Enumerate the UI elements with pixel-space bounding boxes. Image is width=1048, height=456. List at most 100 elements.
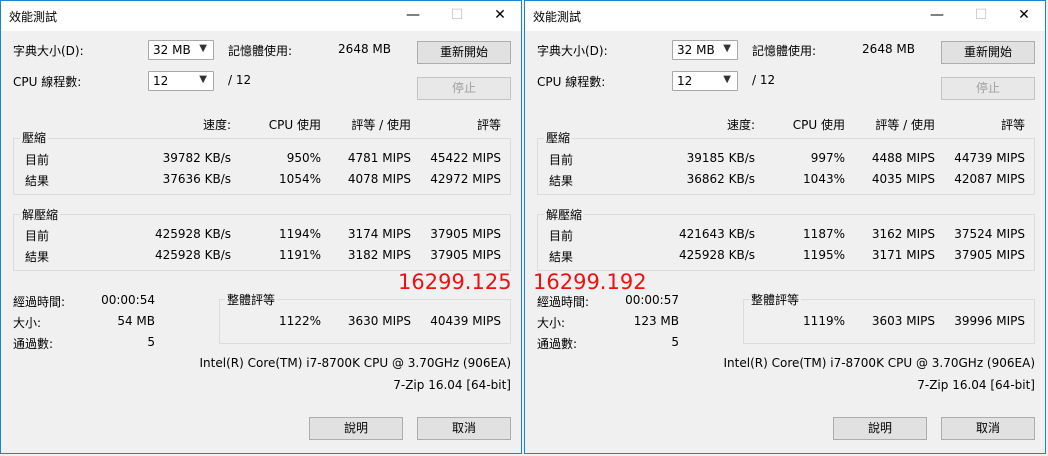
passes-label: 通過數:	[13, 337, 54, 351]
restart-button[interactable]: 重新開始	[941, 41, 1035, 64]
maximize-icon: ☐	[974, 7, 988, 23]
memory-usage-label: 記憶體使用:	[228, 44, 293, 58]
minimize-icon[interactable]: —	[391, 1, 435, 31]
rating-usage-value: 3182 MIPS	[347, 248, 411, 262]
elapsed-time-label: 經過時間:	[537, 295, 590, 309]
chevron-down-icon: ▼	[199, 43, 207, 54]
row-label: 結果	[549, 250, 574, 264]
row-label: 目前	[25, 229, 50, 243]
total-rating-label: 整體評等	[749, 291, 802, 308]
close-icon[interactable]: ✕	[1002, 1, 1045, 31]
header-rating-usage: 評等 / 使用	[875, 118, 935, 132]
row-label: 結果	[25, 250, 50, 264]
cpu-usage-value: 1195%	[803, 248, 845, 262]
speed-value: 39185 KB/s	[686, 151, 755, 165]
cpu-usage-value: 1191%	[279, 248, 321, 262]
window-title: 效能測試	[533, 10, 582, 24]
rating-value: 37905 MIPS	[430, 248, 501, 262]
close-icon[interactable]: ✕	[478, 1, 521, 31]
version-text: 7-Zip 16.04 [64-bit]	[917, 378, 1035, 392]
cpu-threads-select[interactable]: 12 ▼	[148, 71, 214, 91]
dictionary-size-select[interactable]: 32 MB ▼	[148, 40, 214, 60]
cpu-threads-select[interactable]: 12 ▼	[672, 71, 738, 91]
elapsed-time-value: 00:00:54	[101, 293, 155, 307]
decompress-label: 解壓縮	[544, 206, 585, 223]
chevron-down-icon: ▼	[199, 74, 207, 85]
header-cpu-usage: CPU 使用	[268, 118, 321, 132]
cancel-button[interactable]: 取消	[941, 417, 1035, 440]
stop-button: 停止	[941, 77, 1035, 100]
rating-usage-value: 3162 MIPS	[871, 227, 935, 241]
chevron-down-icon: ▼	[723, 43, 731, 54]
dictionary-size-select[interactable]: 32 MB ▼	[672, 40, 738, 60]
decompress-group	[537, 214, 1035, 271]
total-rating-label: 整體評等	[225, 291, 278, 308]
title-bar: 效能測試 — ☐ ✕	[525, 1, 1045, 31]
row-label: 目前	[549, 229, 574, 243]
size-value: 54 MB	[117, 314, 155, 328]
header-rating: 評等	[1000, 118, 1025, 132]
cpu-usage-value: 1194%	[279, 227, 321, 241]
dictionary-size-value: 32 MB	[153, 43, 191, 57]
compress-label: 壓縮	[20, 129, 49, 146]
cpu-threads-label: CPU 線程數:	[13, 75, 82, 89]
cancel-button[interactable]: 取消	[417, 417, 511, 440]
decompress-group	[13, 214, 511, 271]
minimize-icon[interactable]: —	[915, 1, 959, 31]
cpu-usage-value: 1187%	[803, 227, 845, 241]
total-cpu-usage-value: 1122%	[279, 314, 321, 328]
speed-value: 425928 KB/s	[154, 227, 231, 241]
total-rating-usage-value: 3630 MIPS	[347, 314, 411, 328]
cpu-usage-value: 1043%	[803, 172, 845, 186]
cpu-usage-value: 950%	[286, 151, 321, 165]
speed-value: 36862 KB/s	[686, 172, 755, 186]
speed-value: 39782 KB/s	[162, 151, 231, 165]
rating-value: 45422 MIPS	[430, 151, 501, 165]
decompress-label: 解壓縮	[20, 206, 61, 223]
speed-value: 425928 KB/s	[154, 248, 231, 262]
stop-button: 停止	[417, 77, 511, 100]
total-rating-value: 40439 MIPS	[430, 314, 501, 328]
version-text: 7-Zip 16.04 [64-bit]	[393, 378, 511, 392]
rating-value: 37524 MIPS	[954, 227, 1025, 241]
row-label: 結果	[25, 174, 50, 188]
memory-usage-value: 2648 MB	[338, 42, 391, 56]
dictionary-size-value: 32 MB	[677, 43, 715, 57]
cpu-threads-value: 12	[153, 74, 169, 88]
row-label: 目前	[549, 153, 574, 167]
cpu-usage-value: 1054%	[279, 172, 321, 186]
help-button[interactable]: 說明	[833, 417, 927, 440]
passes-value: 5	[147, 335, 155, 349]
rating-value: 42087 MIPS	[954, 172, 1025, 186]
row-label: 結果	[549, 174, 574, 188]
row-label: 目前	[25, 153, 50, 167]
elapsed-time-label: 經過時間:	[13, 295, 66, 309]
benchmark-window-right: 效能測試 — ☐ ✕ 字典大小(D): 32 MB ▼ 記憶體使用: 2648 …	[524, 0, 1046, 454]
size-value: 123 MB	[633, 314, 679, 328]
size-label: 大小:	[537, 316, 566, 330]
rating-usage-value: 4488 MIPS	[871, 151, 935, 165]
help-button[interactable]: 說明	[309, 417, 403, 440]
restart-button[interactable]: 重新開始	[417, 41, 511, 64]
speed-value: 421643 KB/s	[678, 227, 755, 241]
rating-usage-value: 3171 MIPS	[871, 248, 935, 262]
dictionary-size-label: 字典大小(D):	[537, 44, 608, 58]
overlay-score-left: 16299.125	[398, 270, 512, 294]
cpu-threads-total: / 12	[752, 73, 776, 87]
header-speed: 速度:	[726, 118, 755, 132]
memory-usage-value: 2648 MB	[862, 42, 915, 56]
rating-value: 37905 MIPS	[954, 248, 1025, 262]
rating-usage-value: 4035 MIPS	[871, 172, 935, 186]
title-bar: 效能測試 — ☐ ✕	[1, 1, 521, 31]
speed-value: 37636 KB/s	[162, 172, 231, 186]
compress-group	[13, 138, 511, 195]
total-cpu-usage-value: 1119%	[803, 314, 845, 328]
total-rating-usage-value: 3603 MIPS	[871, 314, 935, 328]
elapsed-time-value: 00:00:57	[625, 293, 679, 307]
rating-usage-value: 3174 MIPS	[347, 227, 411, 241]
rating-value: 44739 MIPS	[954, 151, 1025, 165]
cpu-threads-value: 12	[677, 74, 693, 88]
header-speed: 速度:	[202, 118, 231, 132]
memory-usage-label: 記憶體使用:	[752, 44, 817, 58]
cpu-name: Intel(R) Core(TM) i7-8700K CPU @ 3.70GHz…	[723, 356, 1035, 370]
